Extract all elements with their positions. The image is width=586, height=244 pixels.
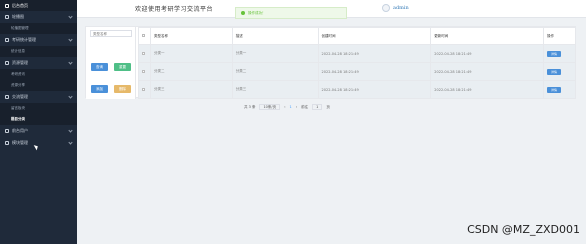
chevron-down-icon (68, 140, 73, 145)
cell-actions: 详情 (543, 44, 576, 63)
menu-group-stats[interactable]: 考研统计管理 统计信息 (0, 34, 77, 57)
detail-button[interactable]: 详情 (547, 86, 561, 93)
table-row: 分类一 分类一 2022-04-28 18:21:49 2022-04-28 1… (138, 44, 576, 63)
cell-description: 分类二 (231, 62, 319, 81)
cell-type-name: 分类一 (149, 44, 233, 63)
brand-label: 后台首页 (12, 2, 28, 8)
sidebar-item-topic-category[interactable]: 题目分类 (0, 114, 77, 125)
query-button[interactable]: 查询 (91, 63, 108, 71)
sidebar: 后台首页 轮播图 轮播图管理 考研统计管理 统计信息 资源管理 考研资讯 资源分… (0, 0, 77, 244)
menu-group-exchange[interactable]: 交流管理 留言板块 题目分类 (0, 91, 77, 125)
sidebar-item-messages[interactable]: 留言板块 (0, 103, 77, 114)
cell-type-name: 分类三 (149, 80, 233, 99)
table-header-row: 类型名称 描述 创建时间 更新时间 操作 (138, 27, 576, 45)
cell-created: 2022-04-28 18:21:49 (317, 44, 432, 63)
col-header-description: 描述 (231, 27, 319, 45)
watermark: CSDN @MZ_ZXD001 (467, 223, 580, 236)
page-number-current[interactable]: 1 (290, 105, 292, 109)
menu-group-label: 考研统计管理 (12, 37, 36, 42)
next-page-icon[interactable]: › (296, 105, 297, 109)
chevron-down-icon (68, 94, 73, 99)
col-header-created[interactable]: 创建时间 (317, 27, 432, 45)
cell-type-name: 分类二 (149, 62, 233, 81)
cell-updated: 2022-04-28 18:21:49 (430, 80, 544, 99)
detail-button[interactable]: 详情 (547, 68, 561, 75)
chevron-down-icon (68, 37, 73, 42)
table-row: 分类三 分类三 2022-04-28 18:21:49 2022-04-28 1… (138, 80, 576, 99)
avatar (382, 4, 390, 12)
top-bar: 欢迎使用考研学习交流平台 操作成功！ admin (77, 0, 586, 19)
menu-group-label: 轮播图 (12, 14, 24, 19)
cell-description: 分类三 (231, 80, 319, 99)
cell-actions: 详情 (543, 62, 576, 81)
chevron-down-icon (68, 128, 73, 133)
menu-group-label: 前台用户 (12, 128, 28, 133)
welcome-text: 欢迎使用考研学习交流平台 (135, 6, 214, 13)
prev-page-icon[interactable]: ‹ (284, 105, 285, 109)
user-menu[interactable]: admin (382, 4, 409, 12)
menu-group-label: 交流管理 (12, 94, 28, 99)
goto-label: 前往 (301, 104, 309, 109)
col-header-type-name[interactable]: 类型名称 (149, 27, 233, 45)
check-circle-icon (241, 11, 245, 15)
category-name-input[interactable] (90, 30, 132, 37)
folder-icon (5, 61, 9, 65)
user-icon (5, 129, 9, 133)
sidebar-item-carousel-manage[interactable]: 轮播图管理 (0, 23, 77, 34)
sidebar-item-stats-info[interactable]: 统计信息 (0, 46, 77, 57)
username: admin (393, 5, 409, 11)
chevron-down-icon (68, 60, 73, 65)
image-icon (5, 15, 9, 19)
menu-group-resources[interactable]: 资源管理 考研资讯 资源分享 (0, 57, 77, 91)
menu-group-users[interactable]: 前台用户 (0, 125, 77, 137)
page-size-select[interactable]: 10条/页 (259, 104, 281, 110)
row-checkbox[interactable] (138, 80, 151, 99)
filter-card: 查询 重置 添加 删除 (86, 27, 136, 99)
table-row: 分类二 分类二 2022-04-28 18:21:49 2022-04-28 1… (138, 62, 576, 81)
delete-button[interactable]: 删除 (114, 85, 131, 93)
sidebar-menu: 轮播图 轮播图管理 考研统计管理 统计信息 资源管理 考研资讯 资源分享 交流管… (0, 11, 77, 149)
reset-button[interactable]: 重置 (114, 63, 131, 71)
cell-updated: 2022-04-28 18:21:49 (430, 44, 544, 63)
menu-group-label: 模块管理 (12, 140, 28, 145)
data-table: 类型名称 描述 创建时间 更新时间 操作 分类一 分类一 2022-04-28 … (138, 27, 576, 99)
menu-group-carousel[interactable]: 轮播图 轮播图管理 (0, 11, 77, 34)
total-count: 共 3 条 (244, 104, 256, 109)
cell-created: 2022-04-28 18:21:49 (317, 62, 432, 81)
col-header-updated[interactable]: 更新时间 (430, 27, 544, 45)
pagination: 共 3 条 10条/页 ‹ 1 › 前往 1 页 (244, 104, 330, 110)
add-button[interactable]: 添加 (91, 85, 108, 93)
home-icon (5, 3, 9, 8)
sidebar-item-share[interactable]: 资源分享 (0, 80, 77, 91)
row-checkbox[interactable] (138, 44, 151, 63)
toast-message: 操作成功！ (248, 10, 266, 15)
grid-icon (5, 141, 9, 145)
select-all-checkbox[interactable] (138, 27, 151, 45)
cell-actions: 详情 (543, 80, 576, 99)
row-checkbox[interactable] (138, 62, 151, 81)
chat-icon (5, 95, 9, 99)
cell-description: 分类一 (231, 44, 319, 63)
goto-page-input[interactable]: 1 (312, 104, 323, 110)
chart-icon (5, 38, 9, 42)
cell-updated: 2022-04-28 18:21:49 (430, 62, 544, 81)
menu-group-label: 资源管理 (12, 60, 28, 65)
main-panel: 查询 重置 添加 删除 类型名称 描述 创建时间 更新时间 操作 分类一 分类一… (85, 26, 576, 99)
cell-created: 2022-04-28 18:21:49 (317, 80, 432, 99)
success-toast: 操作成功！ (235, 7, 347, 19)
sidebar-brand[interactable]: 后台首页 (0, 0, 77, 11)
chevron-down-icon (68, 14, 73, 19)
page-suffix: 页 (326, 104, 330, 109)
col-header-actions: 操作 (543, 27, 576, 45)
detail-button[interactable]: 详情 (547, 50, 561, 57)
sidebar-item-news[interactable]: 考研资讯 (0, 69, 77, 80)
